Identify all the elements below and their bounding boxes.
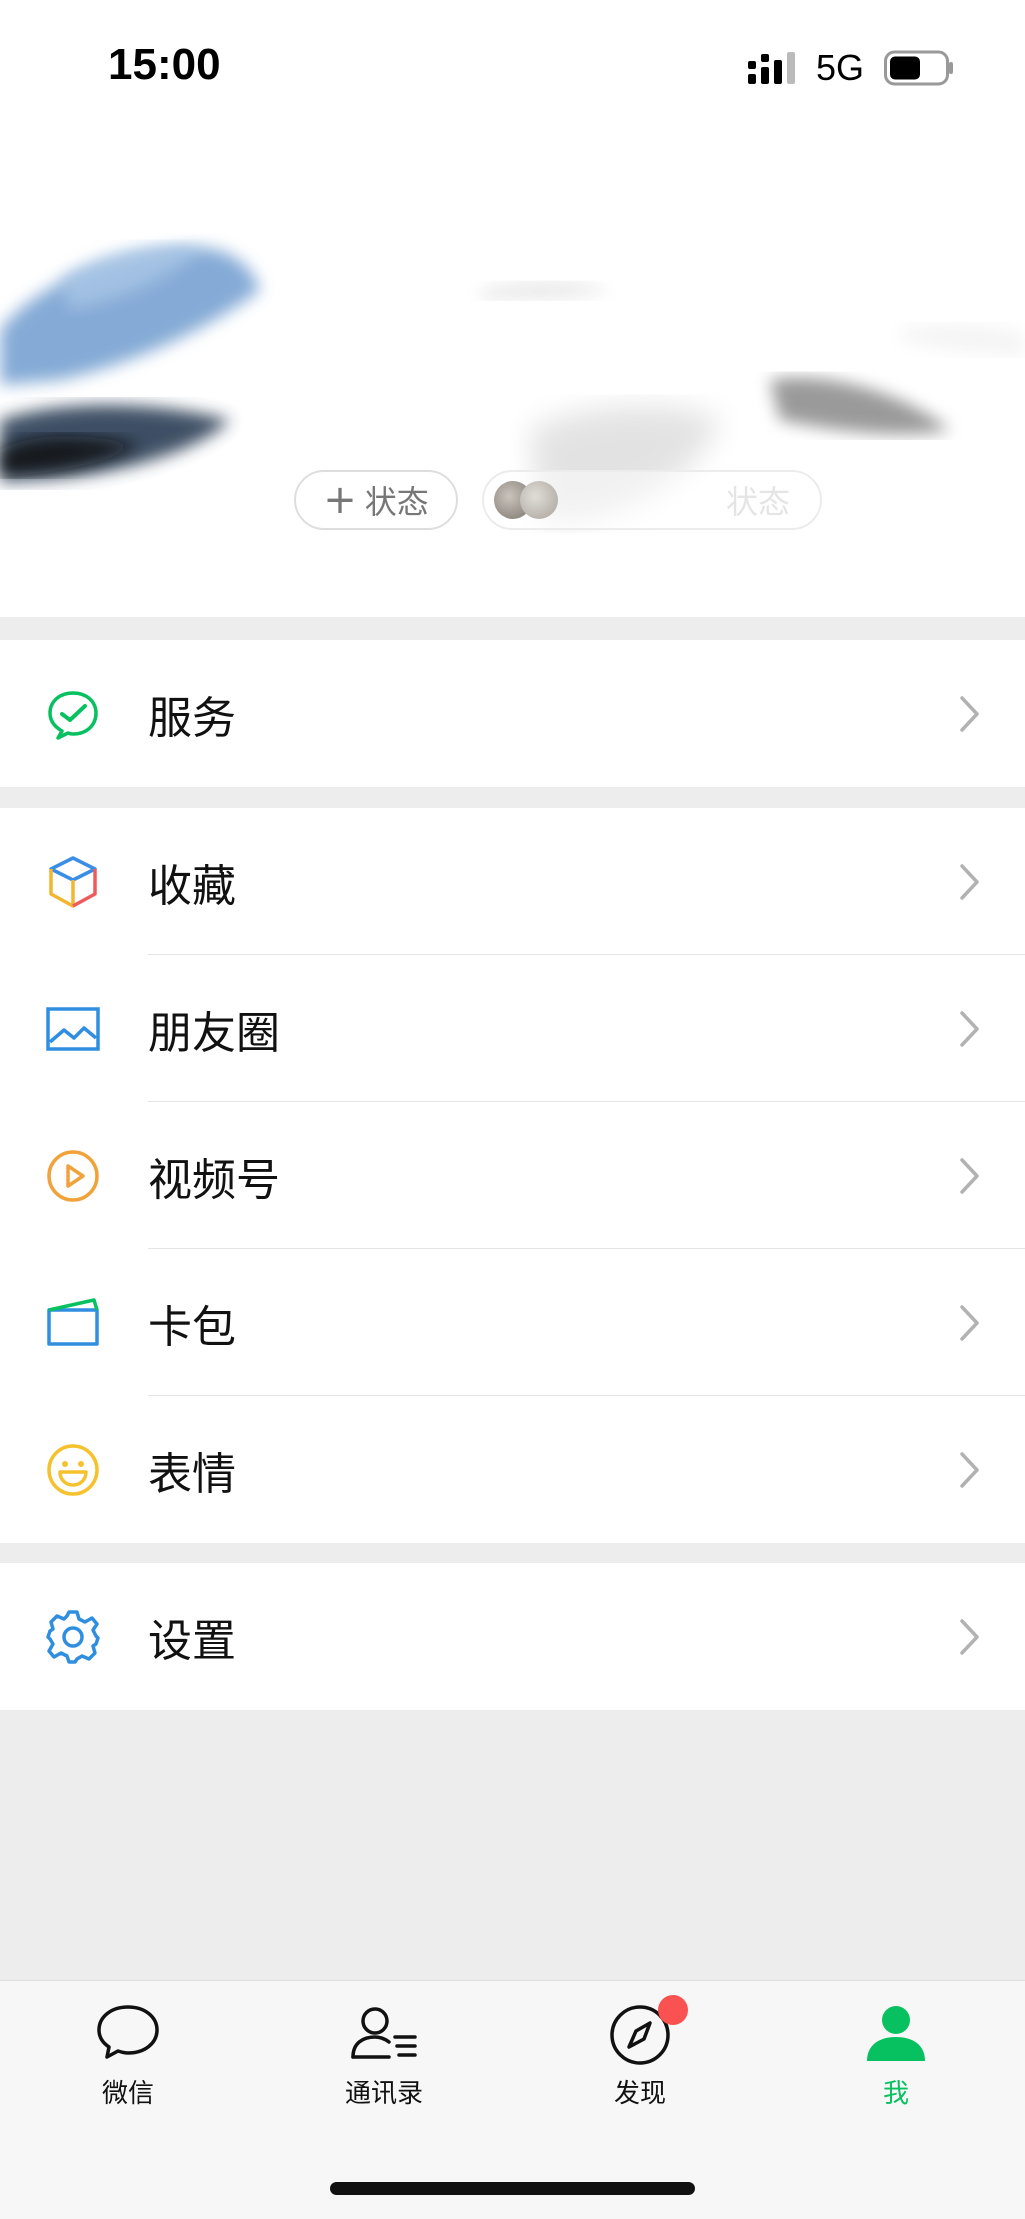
channels-play-icon (47, 1149, 99, 1202)
moments-image-icon (46, 1006, 100, 1051)
tab-discover[interactable]: 发现 (550, 1995, 730, 2110)
menu-item-stickers[interactable]: 表情 (0, 1396, 1025, 1543)
chevron-right-icon (960, 1157, 979, 1194)
notification-badge (658, 1995, 688, 2025)
card-wallet-icon (47, 1297, 99, 1346)
menu-item-settings[interactable]: 设置 (0, 1563, 1025, 1710)
friend-avatar (520, 481, 558, 519)
friends-status-pill[interactable]: 状态 (482, 470, 822, 530)
chevron-right-icon (960, 1010, 979, 1047)
ink-painting-background (0, 246, 1025, 522)
network-type: 5G (816, 47, 865, 88)
tab-chats[interactable]: 微信 (38, 2001, 218, 2110)
favorites-cube-icon (49, 855, 97, 908)
profile-header: + 状态 状态 (0, 130, 1025, 617)
menu-group-services: 服务 (0, 640, 1025, 787)
menu-group-main: 收藏 朋友圈 视频号 卡包 表情 (0, 808, 1025, 1543)
signal-icon (748, 52, 795, 84)
menu-item-label: 朋友圈 (148, 1007, 280, 1059)
services-icon (48, 690, 98, 740)
home-indicator[interactable] (330, 2182, 695, 2195)
gear-icon (46, 1609, 100, 1664)
menu-item-label: 表情 (148, 1448, 236, 1500)
tab-label: 微信 (101, 2079, 154, 2109)
chevron-right-icon (960, 1618, 979, 1655)
menu-item-label: 服务 (148, 692, 236, 744)
tab-label: 我 (882, 2079, 909, 2109)
chevron-right-icon (960, 1451, 979, 1488)
chevron-right-icon (960, 695, 979, 732)
battery-icon (884, 50, 953, 86)
chat-bubble-icon (97, 2005, 159, 2059)
add-status-label: 状态 (364, 483, 429, 521)
tab-label: 通讯录 (344, 2079, 423, 2109)
menu-item-services[interactable]: 服务 (0, 640, 1025, 787)
menu-item-favorites[interactable]: 收藏 (0, 808, 1025, 955)
menu-item-label: 卡包 (148, 1301, 236, 1353)
menu-item-label: 设置 (148, 1615, 236, 1667)
chevron-right-icon (960, 1304, 979, 1341)
menu-item-label: 视频号 (148, 1154, 280, 1206)
status-bar: 15:00 5G (0, 0, 1025, 130)
contacts-icon (351, 2007, 417, 2059)
tab-contacts[interactable]: 通讯录 (294, 2001, 474, 2110)
smiley-face-icon (47, 1443, 99, 1496)
tab-label: 发现 (613, 2079, 666, 2109)
person-icon (867, 2006, 925, 2061)
plus-icon: + (323, 477, 357, 523)
status-time: 15:00 (108, 40, 221, 89)
friends-status-label: 状态 (725, 483, 790, 521)
menu-item-cards[interactable]: 卡包 (0, 1249, 1025, 1396)
menu-group-settings: 设置 (0, 1563, 1025, 1710)
menu-item-label: 收藏 (148, 860, 236, 912)
menu-item-moments[interactable]: 朋友圈 (0, 955, 1025, 1102)
add-status-button[interactable]: + 状态 (294, 470, 458, 530)
menu-item-channels[interactable]: 视频号 (0, 1102, 1025, 1249)
chevron-right-icon (960, 863, 979, 900)
tab-me[interactable]: 我 (806, 2001, 986, 2110)
